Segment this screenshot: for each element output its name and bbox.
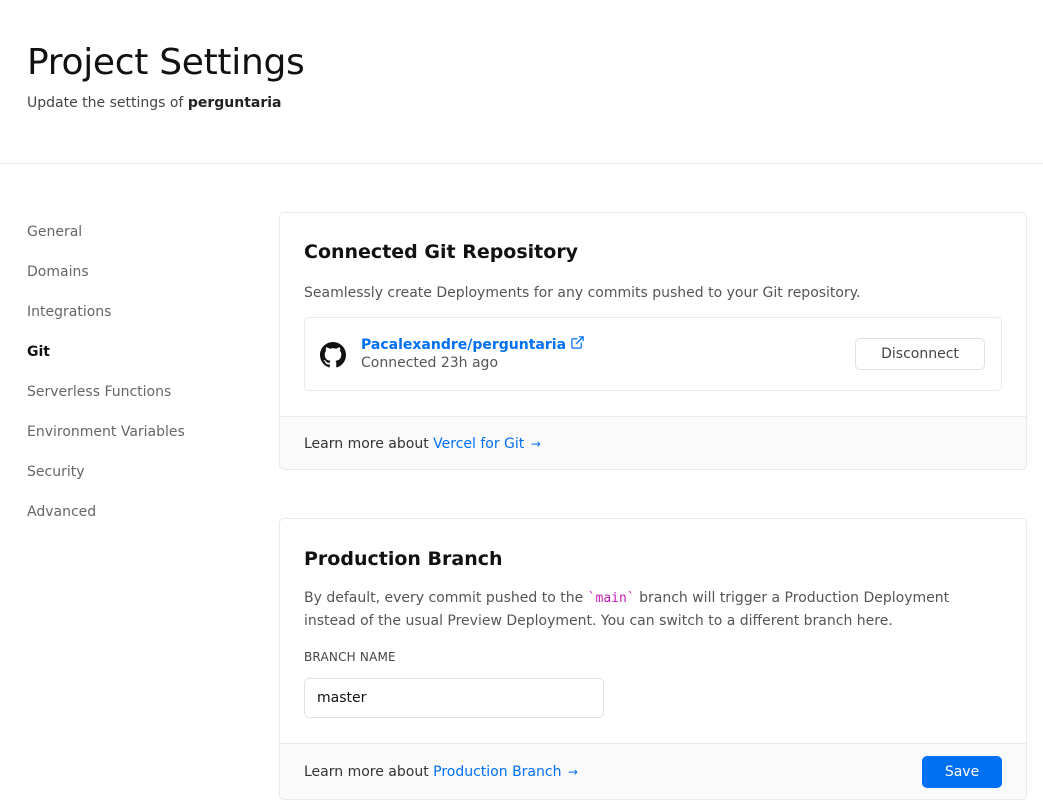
- repository-box: Pacalexandre/perguntaria Connected 23h a…: [304, 317, 1002, 391]
- disconnect-button[interactable]: Disconnect: [855, 338, 985, 370]
- repository-link[interactable]: Pacalexandre/perguntaria: [361, 335, 585, 353]
- branch-name-label: BRANCH NAME: [304, 650, 396, 664]
- sidebar-item-git[interactable]: Git: [27, 342, 247, 382]
- link-label: Production Branch: [433, 764, 562, 780]
- card-title: Connected Git Repository: [304, 241, 579, 263]
- page-header: Project Settings Update the settings of …: [0, 0, 1043, 164]
- main-branch-code: `main`: [587, 591, 635, 606]
- arrow-right-icon: →: [530, 437, 541, 451]
- sidebar-item-environment-variables[interactable]: Environment Variables: [27, 422, 247, 462]
- card-body: Production Branch By default, every comm…: [280, 519, 1026, 743]
- save-button[interactable]: Save: [922, 756, 1002, 788]
- page-subtitle: Update the settings of perguntaria: [27, 95, 281, 111]
- sidebar-item-advanced[interactable]: Advanced: [27, 502, 247, 542]
- settings-sidebar: General Domains Integrations Git Serverl…: [27, 222, 247, 542]
- connected-git-repository-card: Connected Git Repository Seamlessly crea…: [279, 212, 1027, 470]
- sidebar-item-serverless-functions[interactable]: Serverless Functions: [27, 382, 247, 422]
- card-description: By default, every commit pushed to the `…: [304, 587, 1004, 633]
- card-description: Seamlessly create Deployments for any co…: [304, 285, 861, 301]
- external-link-icon: [571, 336, 584, 349]
- page-title: Project Settings: [27, 42, 305, 83]
- branch-name-input[interactable]: [304, 678, 604, 718]
- sidebar-item-general[interactable]: General: [27, 222, 247, 262]
- vercel-for-git-link[interactable]: Vercel for Git →: [433, 436, 541, 452]
- project-name: perguntaria: [187, 95, 282, 111]
- card-title: Production Branch: [304, 548, 503, 570]
- link-label: Vercel for Git: [433, 436, 525, 452]
- description-before: By default, every commit pushed to the: [304, 590, 584, 606]
- card-footer: Learn more about Vercel for Git →: [280, 416, 1026, 469]
- repository-status: Connected 23h ago: [361, 355, 499, 371]
- card-body: Connected Git Repository Seamlessly crea…: [280, 213, 1026, 416]
- arrow-right-icon: →: [567, 765, 578, 779]
- footer-text: Learn more about: [304, 764, 429, 780]
- subtitle-prefix: Update the settings of: [27, 95, 184, 111]
- production-branch-card: Production Branch By default, every comm…: [279, 518, 1027, 800]
- github-icon: [320, 342, 346, 368]
- card-footer: Learn more about Production Branch → Sav…: [280, 743, 1026, 799]
- footer-text: Learn more about: [304, 436, 429, 452]
- production-branch-link[interactable]: Production Branch →: [433, 764, 578, 780]
- sidebar-item-integrations[interactable]: Integrations: [27, 302, 247, 342]
- repository-name: Pacalexandre/perguntaria: [361, 337, 567, 353]
- sidebar-item-domains[interactable]: Domains: [27, 262, 247, 302]
- sidebar-item-security[interactable]: Security: [27, 462, 247, 502]
